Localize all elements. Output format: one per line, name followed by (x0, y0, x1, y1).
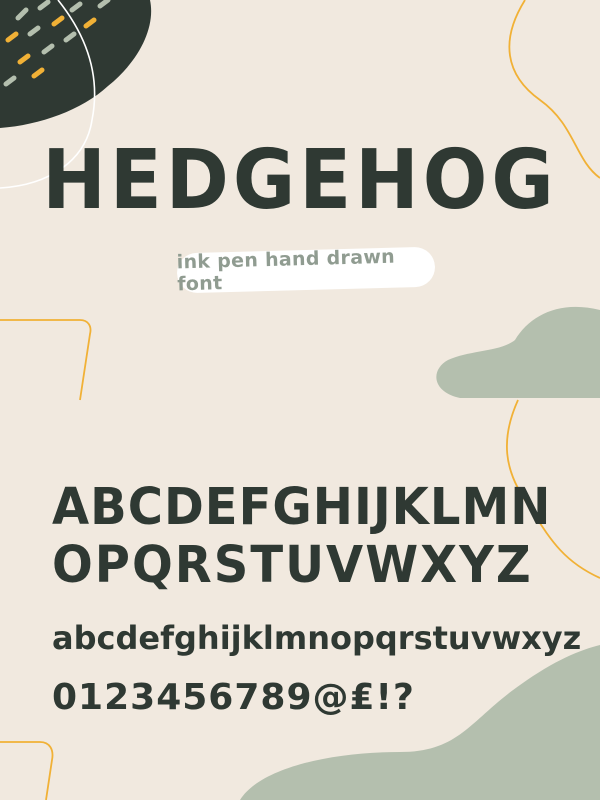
digits-symbols-row: 0123456789@₤!? (52, 677, 415, 718)
subtitle-pill: ink pen hand drawn font (176, 245, 436, 296)
dark-blob-top-left (0, 0, 152, 128)
orange-line-bottom-left (0, 741, 54, 800)
sage-blob-right (436, 306, 600, 398)
font-subtitle: ink pen hand drawn font (176, 245, 396, 296)
sage-blob-bottom (240, 645, 600, 800)
uppercase-row-2: OPQRSTUVWXYZ (52, 535, 533, 595)
uppercase-row-1: ABCDEFGHIJKLMN (52, 477, 552, 537)
lowercase-row: abcdefghijklmnopqrstuvwxyz (52, 619, 582, 657)
orange-bracket-left (0, 319, 92, 401)
font-title: HEDGEHOG (42, 131, 558, 228)
